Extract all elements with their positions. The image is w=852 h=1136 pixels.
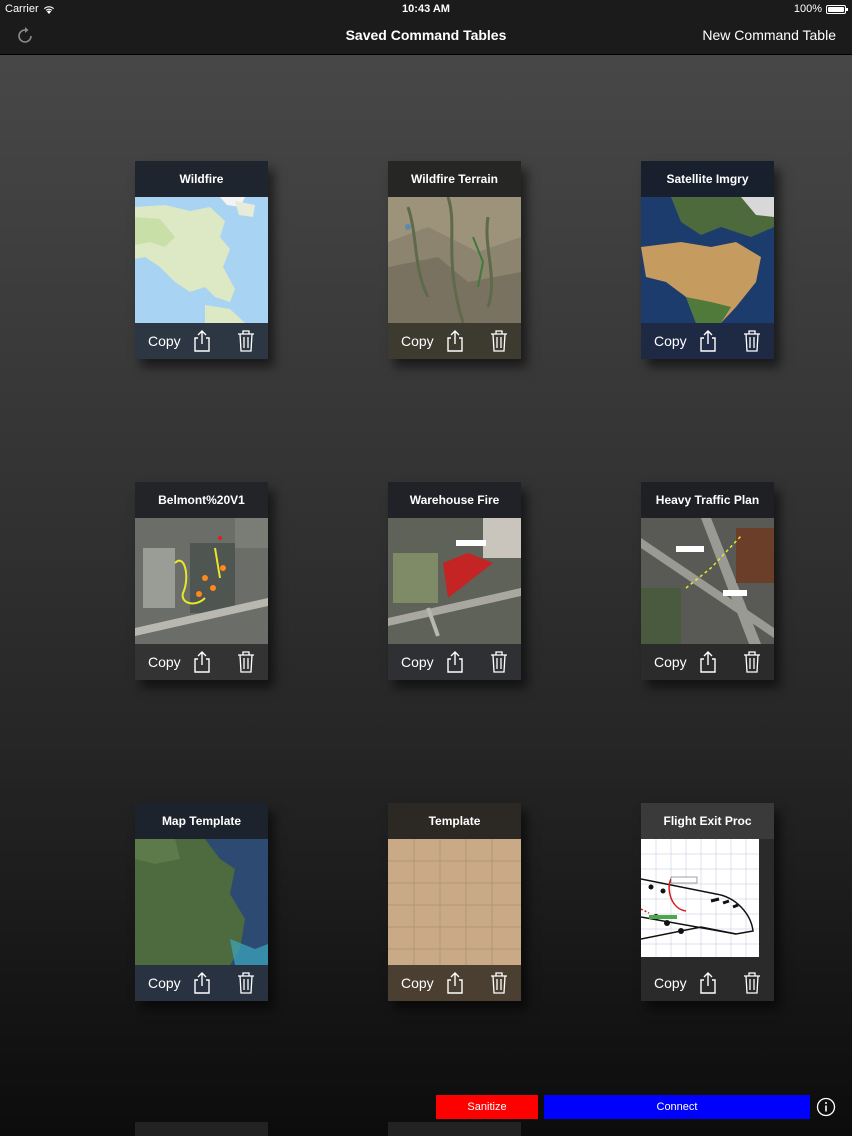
trash-icon[interactable] xyxy=(237,651,255,673)
copy-button[interactable]: Copy xyxy=(148,654,181,670)
command-table-card[interactable]: Satellite Imgry Copy xyxy=(641,161,774,359)
card-title: Belmont%20V1 xyxy=(135,482,268,518)
share-icon[interactable] xyxy=(699,330,717,352)
aerial-thumbnail[interactable] xyxy=(135,518,268,644)
trash-icon[interactable] xyxy=(237,972,255,994)
copy-button[interactable]: Copy xyxy=(148,333,181,349)
card-title: Flight Exit Proc xyxy=(641,803,774,839)
copy-button[interactable]: Copy xyxy=(654,654,687,670)
battery-status: 100% xyxy=(793,3,848,15)
trash-icon[interactable] xyxy=(490,651,508,673)
navigation-bar: Saved Command Tables New Command Table xyxy=(0,18,852,55)
card-action-bar: Copy xyxy=(641,323,774,359)
satellite-thumbnail[interactable] xyxy=(641,197,774,323)
partial-card[interactable] xyxy=(388,1122,521,1136)
aerial-thumbnail[interactable] xyxy=(641,518,774,644)
share-icon[interactable] xyxy=(446,330,464,352)
copy-button[interactable]: Copy xyxy=(654,975,687,991)
card-action-bar: Copy xyxy=(135,644,268,680)
connect-button[interactable]: Connect xyxy=(544,1095,810,1119)
share-icon[interactable] xyxy=(446,651,464,673)
card-title: Wildfire xyxy=(135,161,268,197)
share-icon[interactable] xyxy=(193,972,211,994)
command-table-card[interactable]: Map Template Copy xyxy=(135,803,268,1001)
status-bar: Carrier 10:43 AM 100% xyxy=(0,0,852,18)
card-action-bar: Copy xyxy=(135,965,268,1001)
trash-icon[interactable] xyxy=(490,972,508,994)
command-table-card[interactable]: Wildfire Terrain Copy xyxy=(388,161,521,359)
battery-icon xyxy=(826,4,848,14)
copy-button[interactable]: Copy xyxy=(401,975,434,991)
copy-button[interactable]: Copy xyxy=(654,333,687,349)
share-icon[interactable] xyxy=(699,972,717,994)
card-title: Map Template xyxy=(135,803,268,839)
satellite-thumbnail[interactable] xyxy=(135,839,268,965)
card-action-bar: Copy xyxy=(388,323,521,359)
trash-icon[interactable] xyxy=(743,651,761,673)
terrain-thumbnail[interactable] xyxy=(388,197,521,323)
grid-thumbnail[interactable] xyxy=(388,839,521,965)
battery-percent: 100% xyxy=(793,3,822,15)
new-command-table-button[interactable]: New Command Table xyxy=(702,27,836,43)
share-icon[interactable] xyxy=(193,330,211,352)
copy-button[interactable]: Copy xyxy=(401,654,434,670)
share-icon[interactable] xyxy=(193,651,211,673)
aerial-thumbnail[interactable] xyxy=(388,518,521,644)
card-action-bar: Copy xyxy=(641,644,774,680)
card-title: Template xyxy=(388,803,521,839)
card-action-bar: Copy xyxy=(388,644,521,680)
share-icon[interactable] xyxy=(446,972,464,994)
card-action-bar: Copy xyxy=(388,965,521,1001)
command-table-card[interactable]: Wildfire Copy xyxy=(135,161,268,359)
trash-icon[interactable] xyxy=(490,330,508,352)
info-icon[interactable] xyxy=(816,1097,836,1117)
card-title: Wildfire Terrain xyxy=(388,161,521,197)
diagram-thumbnail[interactable] xyxy=(641,839,759,957)
command-table-card[interactable]: Template Copy xyxy=(388,803,521,1001)
copy-button[interactable]: Copy xyxy=(148,975,181,991)
trash-icon[interactable] xyxy=(743,330,761,352)
map-thumbnail[interactable] xyxy=(135,197,268,323)
status-time: 10:43 AM xyxy=(402,3,450,15)
trash-icon[interactable] xyxy=(743,972,761,994)
card-title: Heavy Traffic Plan xyxy=(641,482,774,518)
card-action-bar: Copy xyxy=(641,965,774,1001)
copy-button[interactable]: Copy xyxy=(401,333,434,349)
command-table-card[interactable]: Heavy Traffic Plan Copy xyxy=(641,482,774,680)
command-table-card[interactable]: Warehouse Fire Copy xyxy=(388,482,521,680)
card-action-bar: Copy xyxy=(135,323,268,359)
card-title: Satellite Imgry xyxy=(641,161,774,197)
share-icon[interactable] xyxy=(699,651,717,673)
sanitize-button[interactable]: Sanitize xyxy=(436,1095,538,1119)
trash-icon[interactable] xyxy=(237,330,255,352)
card-title: Warehouse Fire xyxy=(388,482,521,518)
partial-card[interactable] xyxy=(135,1122,268,1136)
command-table-card[interactable]: Belmont%20V1 Copy xyxy=(135,482,268,680)
command-table-card[interactable]: Flight Exit Proc Copy xyxy=(641,803,774,1001)
